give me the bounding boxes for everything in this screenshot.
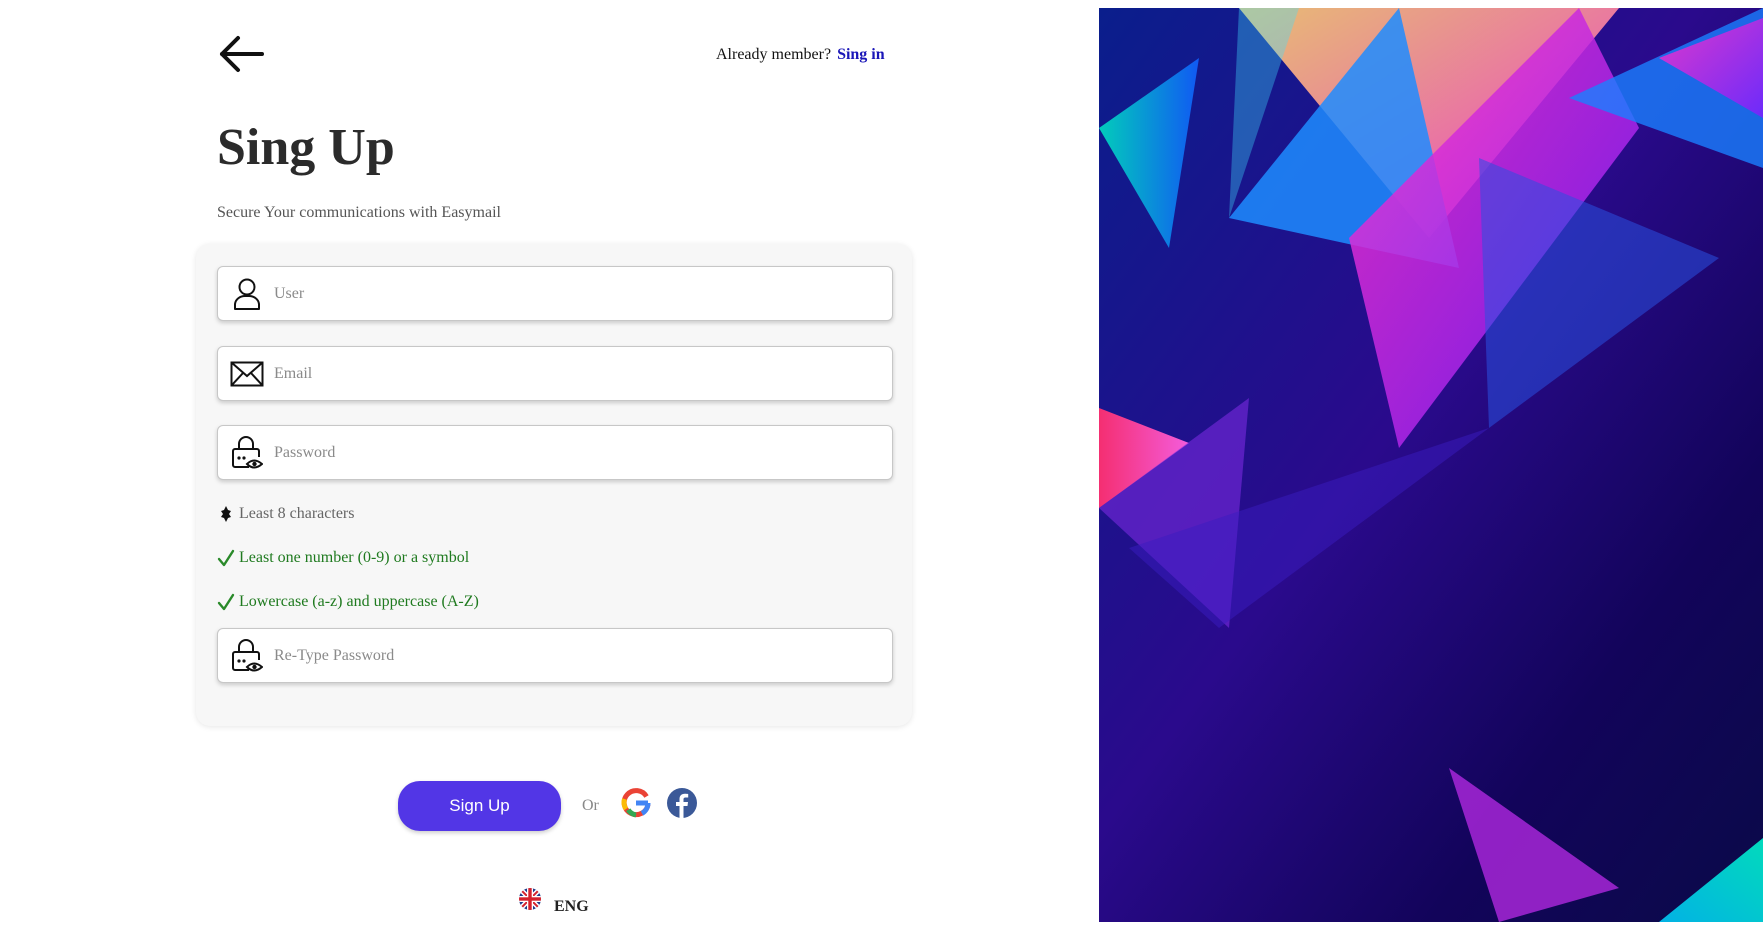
uk-flag-icon (519, 888, 541, 910)
google-icon (621, 788, 651, 818)
rule-text: Least 8 characters (239, 505, 355, 522)
signin-link[interactable]: Sing in (837, 46, 885, 63)
page-title: Sing Up (217, 119, 395, 176)
signin-prompt: Already member? Sing in (716, 46, 885, 64)
language-code: ENG (554, 898, 589, 915)
or-separator: Or (582, 797, 599, 814)
rule-number-symbol: Least one number (0-9) or a symbol (217, 549, 469, 567)
lock-eye-icon[interactable] (230, 638, 264, 673)
user-icon (230, 277, 264, 311)
arrow-left-icon (220, 36, 264, 72)
google-signin-button[interactable] (620, 787, 652, 819)
envelope-icon (230, 357, 264, 391)
facebook-icon (667, 788, 697, 818)
signup-button[interactable]: Sign Up (398, 781, 561, 831)
back-button[interactable] (218, 34, 266, 74)
password-input[interactable] (272, 425, 892, 480)
page-subtitle: Secure Your communications with Easymail (217, 204, 501, 221)
email-field[interactable] (217, 346, 893, 401)
language-selector[interactable]: ENG (518, 882, 589, 916)
lock-eye-icon[interactable] (230, 435, 264, 470)
email-input[interactable] (272, 346, 892, 401)
rule-text: Lowercase (a-z) and uppercase (A-Z) (239, 593, 479, 610)
facebook-signin-button[interactable] (666, 787, 698, 819)
rule-text: Least one number (0-9) or a symbol (239, 549, 470, 566)
hero-image (1099, 8, 1763, 922)
user-input[interactable] (272, 266, 892, 321)
check-icon (217, 593, 235, 611)
password-field[interactable] (217, 425, 893, 480)
check-icon (217, 549, 235, 567)
rule-min-length: Least 8 characters (217, 505, 354, 523)
user-field[interactable] (217, 266, 893, 321)
retype-password-input[interactable] (272, 628, 892, 683)
retype-password-field[interactable] (217, 628, 893, 683)
rule-letter-case: Lowercase (a-z) and uppercase (A-Z) (217, 593, 479, 611)
pending-icon (217, 505, 235, 523)
already-member-text: Already member? (716, 46, 832, 63)
